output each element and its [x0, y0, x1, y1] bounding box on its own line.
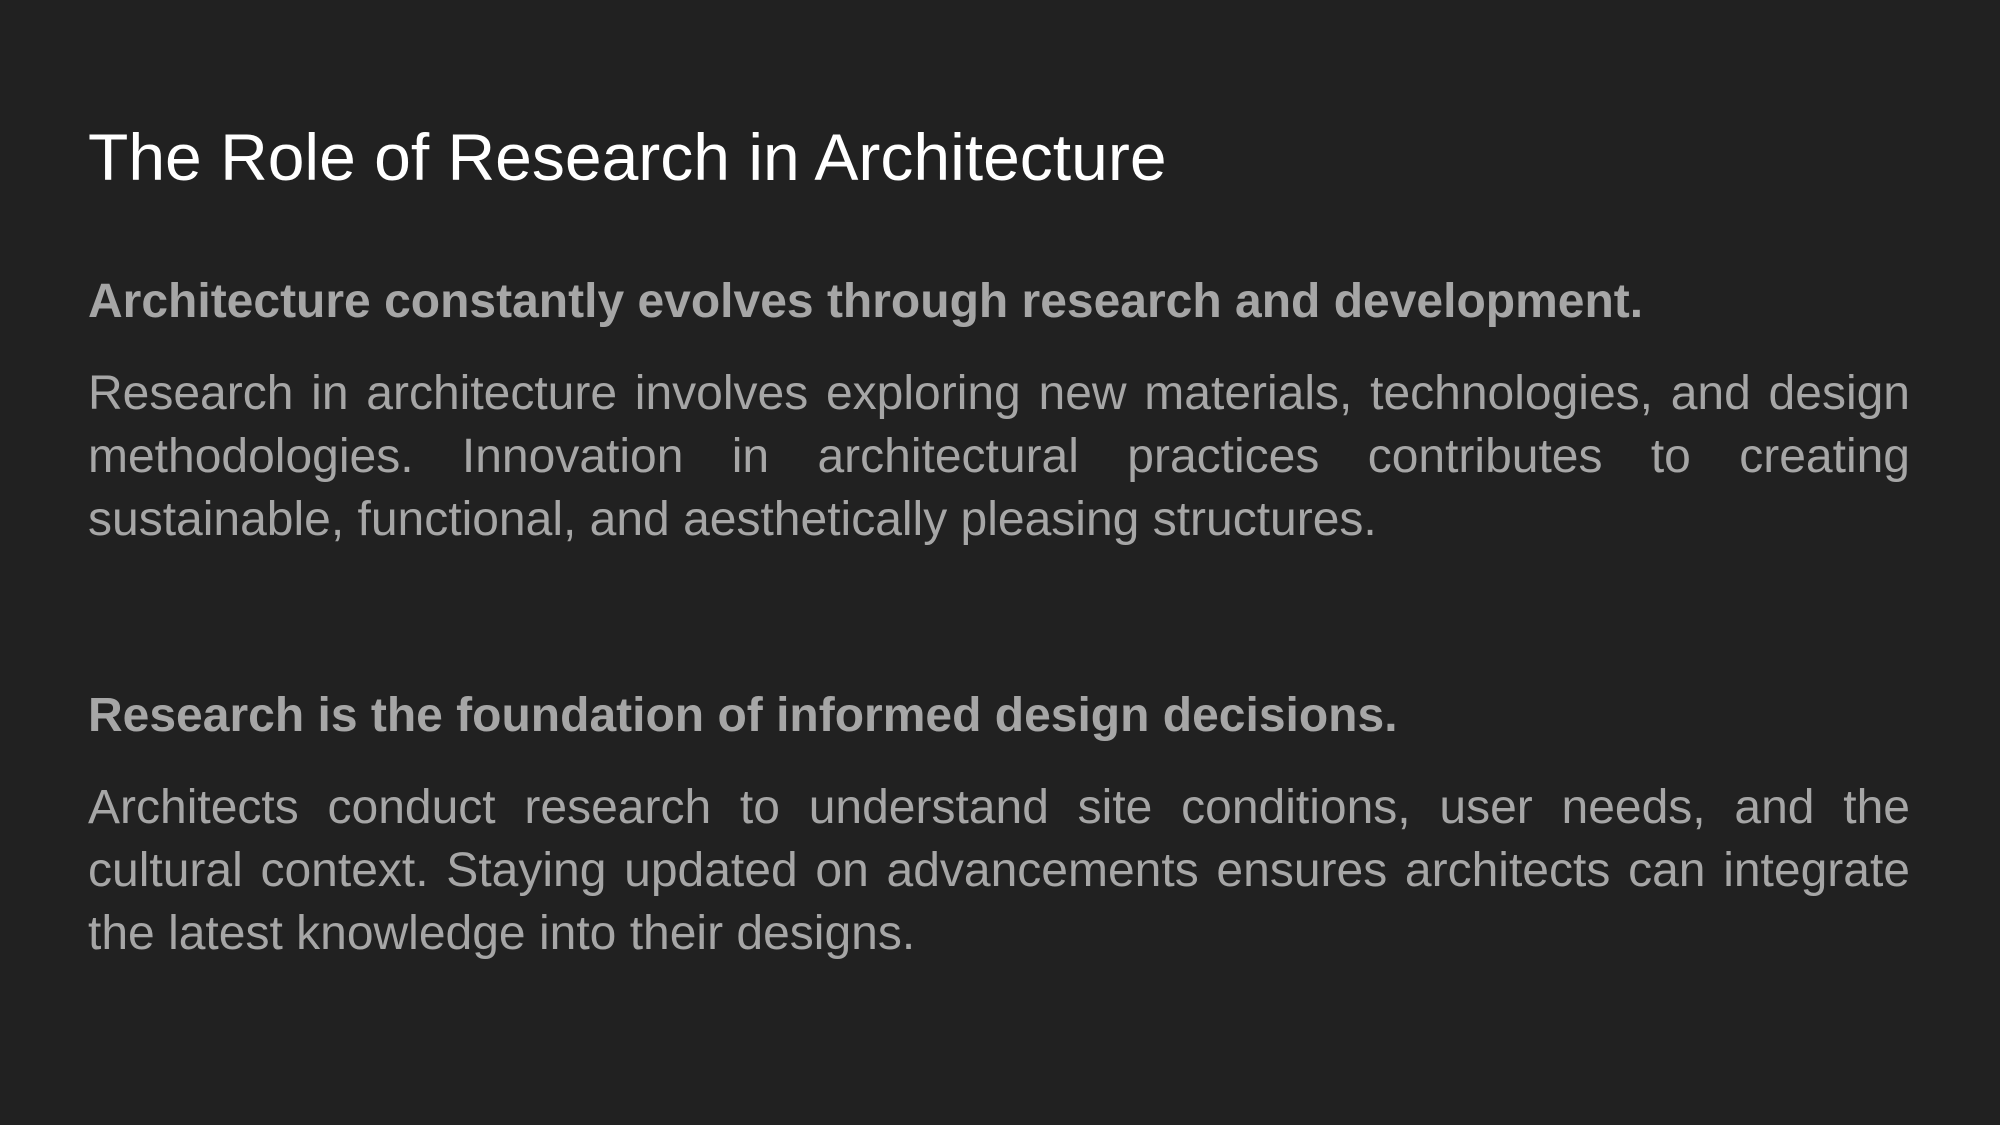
section-body: Research in architecture involves explor… — [88, 367, 1910, 546]
section-heading: Research is the foundation of informed d… — [88, 689, 1398, 742]
section-evolution: Architecture constantly evolves through … — [88, 272, 1910, 551]
section-heading: Architecture constantly evolves through … — [88, 275, 1644, 328]
section-body: Architects conduct research to understan… — [88, 781, 1910, 960]
section-foundation: Research is the foundation of informed d… — [88, 686, 1910, 965]
slide-title: The Role of Research in Architecture — [88, 120, 1167, 194]
slide: The Role of Research in Architecture Arc… — [0, 0, 2000, 1125]
